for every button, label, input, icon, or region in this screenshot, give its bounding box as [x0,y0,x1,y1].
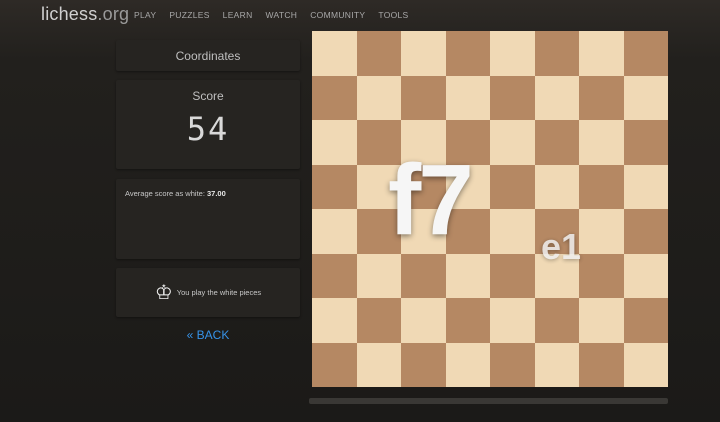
page-title: Coordinates [175,48,241,63]
score-panel: Score 54 [116,80,300,169]
square-g6[interactable] [579,120,624,165]
average-score: Average score as white: 37.00 [125,189,226,198]
square-e2[interactable] [490,298,535,343]
square-f6[interactable] [534,120,579,165]
score-label: Score [192,89,224,103]
square-e3[interactable] [490,253,535,298]
square-a3[interactable] [312,253,357,298]
square-f1[interactable] [534,342,579,387]
square-c2[interactable] [401,298,446,343]
average-value: 37.00 [207,189,226,198]
square-f7[interactable] [534,75,579,120]
square-e6[interactable] [490,120,535,165]
color-panel: ♔ You play the white pieces [116,268,300,317]
square-h3[interactable] [623,253,668,298]
square-g5[interactable] [579,164,624,209]
square-a6[interactable] [312,120,357,165]
square-a1[interactable] [312,342,357,387]
square-e4[interactable] [490,209,535,254]
square-h5[interactable] [623,164,668,209]
square-f5[interactable] [534,164,579,209]
square-d3[interactable] [445,253,490,298]
square-a8[interactable] [312,31,357,76]
nav-learn[interactable]: LEARN [223,10,253,20]
white-king-icon: ♔ [154,281,173,304]
square-c7[interactable] [401,75,446,120]
square-b8[interactable] [356,31,401,76]
nav-watch[interactable]: WATCH [266,10,298,20]
next-coordinate: e1 [541,226,582,267]
score-value: 54 [186,110,230,148]
square-c1[interactable] [401,342,446,387]
square-d8[interactable] [445,31,490,76]
square-h4[interactable] [623,209,668,254]
square-d2[interactable] [445,298,490,343]
site-logo[interactable]: lichess.org [41,4,129,25]
logo-main: lichess [41,4,98,24]
nav-puzzles[interactable]: PUZZLES [169,10,209,20]
square-b1[interactable] [356,342,401,387]
square-f2[interactable] [534,298,579,343]
square-b7[interactable] [356,75,401,120]
square-c8[interactable] [401,31,446,76]
site-header: lichess.org PLAY PUZZLES LEARN WATCH COM… [0,0,720,32]
nav-community[interactable]: COMMUNITY [310,10,365,20]
square-g7[interactable] [579,75,624,120]
square-d7[interactable] [445,75,490,120]
square-e8[interactable] [490,31,535,76]
square-c3[interactable] [401,253,446,298]
square-g3[interactable] [579,253,624,298]
square-a4[interactable] [312,209,357,254]
square-e5[interactable] [490,164,535,209]
nav-tools[interactable]: TOOLS [378,10,408,20]
nav-play[interactable]: PLAY [134,10,156,20]
square-g8[interactable] [579,31,624,76]
square-b3[interactable] [356,253,401,298]
square-h6[interactable] [623,120,668,165]
progress-bar [309,398,668,404]
square-h1[interactable] [623,342,668,387]
title-panel: Coordinates [116,40,300,71]
square-h7[interactable] [623,75,668,120]
current-coordinate: f7 [388,144,474,256]
square-f8[interactable] [534,31,579,76]
average-panel: Average score as white: 37.00 [116,179,300,259]
color-text: You play the white pieces [176,288,262,297]
logo-tld: .org [97,4,130,24]
square-g2[interactable] [579,298,624,343]
square-h8[interactable] [623,31,668,76]
square-d1[interactable] [445,342,490,387]
square-g4[interactable] [579,209,624,254]
square-a7[interactable] [312,75,357,120]
average-label: Average score as white: [125,189,205,198]
square-a5[interactable] [312,164,357,209]
square-a2[interactable] [312,298,357,343]
square-e1[interactable] [490,342,535,387]
square-e7[interactable] [490,75,535,120]
square-h2[interactable] [623,298,668,343]
back-link[interactable]: « BACK [116,328,300,342]
square-g1[interactable] [579,342,624,387]
main-nav: PLAY PUZZLES LEARN WATCH COMMUNITY TOOLS [134,10,422,20]
chess-board[interactable] [312,31,668,387]
square-b2[interactable] [356,298,401,343]
